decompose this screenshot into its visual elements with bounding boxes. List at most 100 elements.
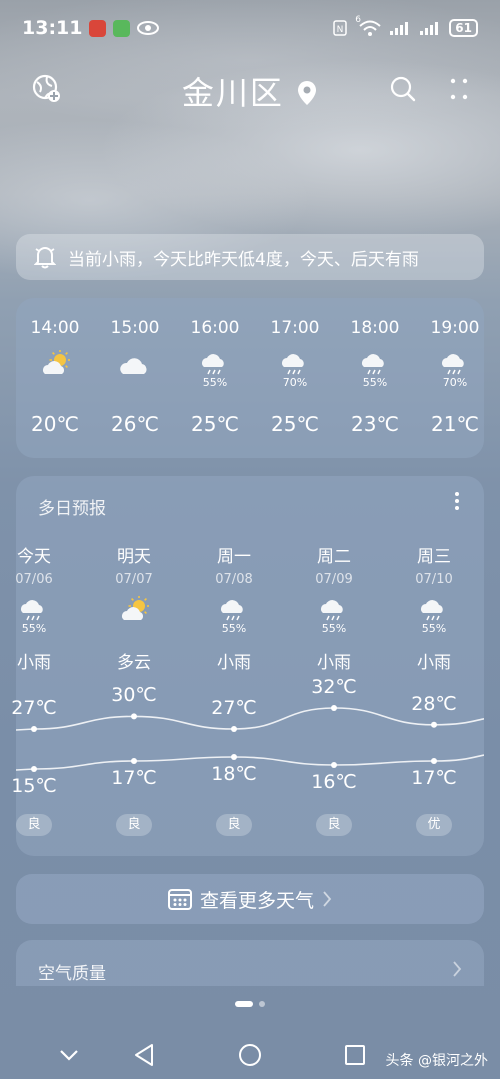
eye-icon	[137, 21, 160, 35]
high-temp-label: 27℃	[11, 697, 57, 719]
rain-icon: 55%	[419, 596, 449, 636]
high-temp-label: 32℃	[311, 676, 357, 698]
day-name: 周一	[217, 547, 251, 567]
search-icon[interactable]	[386, 72, 420, 106]
hourly-temp: 25℃	[191, 412, 239, 436]
hourly-time: 14:00	[30, 318, 80, 338]
air-quality-title: 空气质量	[38, 964, 106, 984]
chevron-right-icon	[323, 891, 332, 907]
day-weather: 小雨	[217, 653, 251, 673]
day-weather: 多云	[117, 653, 151, 673]
high-temp-point	[331, 705, 337, 711]
watermark-text: 头条 @银河之外	[385, 1053, 488, 1069]
rain-probability: 55%	[221, 622, 247, 635]
rain-probability: 55%	[321, 622, 347, 635]
low-temp-label: 17℃	[411, 767, 457, 789]
city-title[interactable]: 金川区	[0, 68, 500, 114]
hourly-temp: 21℃	[431, 412, 479, 436]
hourly-time: 19:00	[430, 318, 480, 338]
signal-icon	[390, 22, 409, 35]
wifi-icon: 6	[355, 15, 381, 37]
rain-icon: 70%	[440, 350, 470, 390]
network-type: 6	[355, 15, 362, 25]
high-temp-label: 27℃	[211, 697, 257, 719]
more-weather-button[interactable]: 查看更多天气	[16, 874, 484, 924]
day-weather: 小雨	[417, 653, 451, 673]
page-dot	[259, 1001, 265, 1007]
aqi-badge: 良	[216, 814, 252, 836]
location-pin-icon	[298, 81, 317, 105]
aqi-badge: 良	[116, 814, 152, 836]
aqi-badge: 良	[316, 814, 352, 836]
recents-icon[interactable]	[340, 1040, 370, 1070]
hourly-time: 16:00	[190, 318, 240, 338]
day-date: 07/07	[115, 572, 153, 587]
rain-probability: 55%	[362, 376, 388, 389]
banner-text: 当前小雨，今天比昨天低4度，今天、后天有雨	[68, 249, 419, 270]
rain-icon: 55%	[200, 350, 230, 390]
aqi-badge: 优	[416, 814, 452, 836]
top-bar: 金川区	[0, 62, 500, 118]
aqi-badge: 良	[16, 814, 52, 836]
hourly-temp: 20℃	[31, 412, 79, 436]
cloudy-icon	[120, 350, 150, 390]
day-date: 07/10	[415, 572, 453, 587]
low-temp-point	[431, 758, 437, 764]
signal-icon	[420, 22, 439, 35]
hourly-time: 15:00	[110, 318, 160, 338]
app-notification-icon	[113, 19, 131, 37]
status-bar: 13:11 N 6 61	[0, 0, 500, 56]
high-temp-point	[131, 713, 137, 720]
rain-icon: 55%	[360, 350, 390, 390]
low-temp-label: 15℃	[11, 775, 57, 797]
home-icon[interactable]	[235, 1040, 265, 1070]
low-temp-label: 16℃	[311, 771, 357, 793]
low-temp-point	[31, 766, 37, 772]
day-weather: 小雨	[317, 653, 351, 673]
high-temp-label: 28℃	[411, 692, 457, 715]
more-weather-label: 查看更多天气	[199, 889, 314, 912]
app-notification-icon	[89, 19, 107, 37]
hourly-temp: 25℃	[271, 412, 319, 436]
calendar-icon	[167, 889, 192, 910]
hourly-time: 17:00	[270, 318, 320, 338]
daily-forecast-card[interactable]: 多日预报 今天 07/06 55% 小雨良明天 07/07 多云良周一 07/08 55% 小雨…	[11, 476, 484, 856]
hourly-temp: 23℃	[351, 412, 399, 436]
weather-alert-banner[interactable]: 当前小雨，今天比昨天低4度，今天、后天有雨	[16, 234, 484, 280]
back-icon[interactable]	[130, 1040, 160, 1070]
day-name: 周二	[317, 547, 351, 567]
rain-probability: 55%	[21, 622, 47, 635]
day-date: 07/08	[215, 572, 253, 587]
high-temp-label: 30℃	[111, 684, 157, 707]
hourly-temp: 26℃	[111, 412, 159, 436]
day-weather: 小雨	[17, 653, 51, 673]
bell-icon	[34, 247, 56, 269]
more-menu-icon[interactable]	[442, 72, 476, 106]
air-quality-card[interactable]: 空气质量	[16, 940, 484, 986]
low-temp-label: 17℃	[111, 767, 157, 789]
partly-cloudy-icon	[119, 595, 150, 636]
rain-probability: 55%	[421, 622, 447, 635]
day-date: 07/06	[15, 572, 53, 587]
city-name: 金川区	[181, 74, 284, 112]
rain-probability: 55%	[202, 376, 228, 389]
page-dot-active	[235, 1001, 253, 1007]
day-date: 07/09	[315, 572, 353, 587]
day-name: 明天	[117, 547, 151, 567]
page-indicator	[0, 1001, 500, 1007]
chevron-down-icon[interactable]	[54, 1040, 84, 1070]
low-temp-point	[331, 762, 337, 768]
low-temp-label: 18℃	[211, 763, 257, 785]
day-name: 今天	[17, 547, 51, 567]
high-temp-point	[231, 726, 237, 732]
status-time: 13:11	[22, 17, 83, 39]
partly-cloudy-icon	[40, 349, 71, 390]
battery-indicator: 61	[449, 19, 478, 37]
hourly-time: 18:00	[350, 318, 400, 338]
rain-probability: 70%	[282, 376, 308, 389]
day-name: 周三	[417, 547, 451, 567]
rain-icon: 55%	[19, 596, 49, 636]
low-temp-point	[131, 758, 137, 764]
hourly-forecast-card[interactable]: 14:00 20℃ 15:00 26℃ 16:00 55% 25℃ 17:00 70% 25℃ 18…	[16, 298, 484, 458]
svg-text:N: N	[337, 25, 344, 35]
